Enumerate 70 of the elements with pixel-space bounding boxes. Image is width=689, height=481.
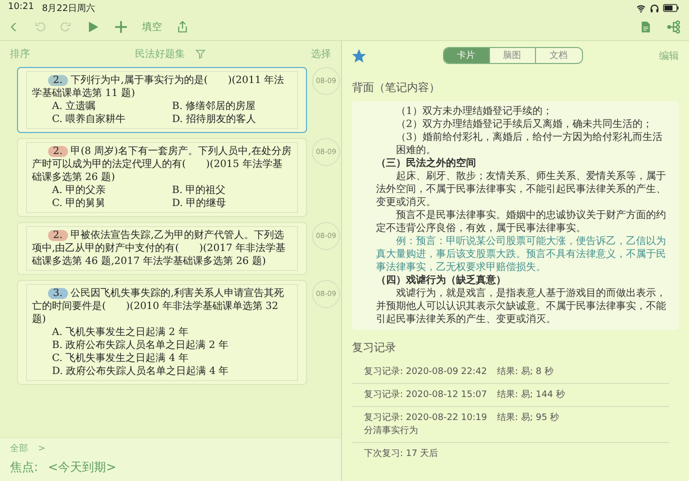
- question-text: 2. 甲被依法宣告失踪,乙为甲的财产代管人。下列选项中,由乙从甲的财产中支付的有( )(2017 年非法学基础课多选第 46 题,2017 年法学基础课多选第 26 题): [32, 229, 287, 268]
- answer-option: C. 甲的舅舅: [52, 197, 172, 210]
- next-review: 下次复习: 17 天后: [364, 448, 440, 460]
- fill-blank-button[interactable]: 填空: [142, 20, 162, 34]
- question-number: 2.: [48, 75, 68, 86]
- add-icon: [114, 19, 128, 35]
- note-paragraph: （3）婚前给付彩礼，离婚后，给付一方因为给付彩礼而生活困难的。: [395, 131, 664, 157]
- battery-icon: [663, 4, 679, 12]
- question-number: 2.: [48, 230, 68, 241]
- question-text: 3. 公民因飞机失事失踪的,利害关系人申请宣告其死亡的时间要件是( )(2010 年非法学基础课单选第 32 题): [32, 287, 285, 326]
- answer-option: B. 修缮邻居的房屋: [172, 100, 292, 113]
- question-text: 2. 下列行为中,属于事实行为的是( )(2011 年法学基础课单选第 11 题): [32, 74, 286, 100]
- answer-option: A. 飞机失事发生之日起满 2 年: [52, 326, 292, 339]
- focus-value[interactable]: <今天到期>: [48, 459, 116, 476]
- answer-option: C. 飞机失事发生之日起满 4 年: [52, 352, 292, 365]
- review-record: 复习记录: 2020-08-09 22:42: [364, 366, 487, 378]
- status-date: 8月22日周六: [42, 2, 96, 14]
- review-result: 结果: 易; 8 秒: [497, 366, 554, 378]
- wifi-icon: [636, 4, 646, 12]
- section-title: 复习记录: [352, 340, 397, 355]
- note-paragraph: 例：预言：甲听说某公司股票可能大涨，便告诉乙，乙信以为真大量购进，事后该支股票大跌。预言不具有法律意义，不属于民事法律事实，乙无权要求甲赔偿损失。: [376, 235, 667, 274]
- note-paragraph: 预言不是民事法律事实。婚姻中的忠诚协议关于财产方面的约定不违背公序良俗，有效，属于民事法律事实。: [376, 209, 667, 235]
- note-paragraph: 起床、刷牙、散步；友情关系、师生关系、爱情关系等，属于法外空间，不属于民事法律事实，不能引起民事法律关系的产生、变更或消灭。: [376, 170, 667, 209]
- answer-option: B. 政府公布失踪人员名单之日起满 2 年: [52, 339, 292, 352]
- document-icon: [639, 19, 652, 35]
- question-number: 2.: [48, 146, 68, 157]
- answer-option: D. 甲的继母: [172, 197, 292, 210]
- review-record: 复习记录: 2020-08-12 15:07: [364, 388, 487, 401]
- view-tab[interactable]: 卡片: [444, 48, 490, 63]
- deck-title[interactable]: 民法好题集: [135, 47, 185, 61]
- play-icon: [86, 19, 100, 35]
- view-tab[interactable]: 文档: [536, 48, 582, 63]
- question-card[interactable]: 2. 下列行为中,属于事实行为的是( )(2011 年法学基础课单选第 11 题) A. 立遗嘱 B. 修缮邻居的房屋 C. 喂养自家耕牛 D. 招待朋友的客人: [17, 67, 307, 133]
- note-heading: （三）民法之外的空间: [376, 157, 477, 170]
- answer-option: A. 甲的父亲: [52, 184, 172, 197]
- status-time: 10:21: [8, 2, 34, 14]
- headphones-icon: [650, 4, 659, 12]
- review-record: 复习记录: 2020-08-22 10:19: [364, 412, 487, 424]
- mind-map-button[interactable]: [666, 19, 681, 35]
- section-title: 背面（笔记内容）: [352, 80, 441, 95]
- answer-option: B. 甲的祖父: [172, 184, 292, 197]
- note-paragraph: （1）双方未办理结婚登记手续的；: [395, 105, 554, 118]
- add-button[interactable]: [114, 19, 128, 35]
- sort-button[interactable]: 排序: [10, 47, 30, 61]
- select-button[interactable]: 选择: [311, 47, 331, 61]
- share-button[interactable]: [176, 19, 189, 35]
- question-card[interactable]: 2. 甲被依法宣告失踪,乙为甲的财产代管人。下列选项中,由乙从甲的财产中支付的有( )(2017 年非法学基础课多选第 46 题,2017 年法学基础课多选第 26 题): [17, 222, 307, 275]
- answer-option: D. 政府公布失踪人员名单之日起满 4 年: [52, 365, 292, 378]
- review-note: 分清事实行为: [364, 424, 419, 437]
- focus-label: 焦点:: [10, 459, 38, 476]
- note-paragraph: （2）双方办理结婚登记手续后又离婚，确未共同生活的；: [395, 118, 654, 131]
- share-icon: [176, 19, 189, 35]
- question-number: 3.: [48, 288, 68, 299]
- question-text: 2. 甲(8 周岁)名下有一套房产。下列人员中,在处分房产时可以成为甲的法定代理人的有( )(2015 年法学基础课多选第 26 题): [32, 145, 292, 184]
- scope-chevron: >: [38, 444, 46, 454]
- answer-option: A. 立遗嘱: [52, 100, 172, 113]
- mind-map-icon: [666, 19, 681, 35]
- answer-option: D. 招待朋友的客人: [172, 113, 292, 126]
- play-button[interactable]: [86, 19, 100, 35]
- edit-button[interactable]: 编辑: [659, 48, 679, 62]
- view-tab[interactable]: 脑图: [490, 48, 536, 63]
- note-heading: （四）戏谑行为（缺乏真意）: [376, 274, 507, 287]
- review-result: 结果: 易; 95 秒: [497, 412, 560, 424]
- document-button[interactable]: [639, 19, 652, 35]
- scope-label[interactable]: 全部: [10, 442, 28, 455]
- answer-option: C. 喂养自家耕牛: [52, 113, 172, 126]
- question-card[interactable]: 2. 甲(8 周岁)名下有一套房产。下列人员中,在处分房产时可以成为甲的法定代理人的有( )(2015 年法学基础课多选第 26 题) A. 甲的父亲 B. 甲的祖父 C. 甲的舅舅 D. 甲的继母: [17, 138, 307, 217]
- review-result: 结果: 易; 144 秒: [497, 388, 565, 401]
- question-card[interactable]: 3. 公民因飞机失事失踪的,利害关系人申请宣告其死亡的时间要件是( )(2010 年非法学基础课单选第 32 题) A. 飞机失事发生之日起满 2 年 B. 政府公布失踪人员名单之日起满 2 年 C. 飞机失事发生之日起满 4 年 D. 政府公布失踪人员名单之日起满 4 年: [17, 280, 307, 385]
- note-paragraph: 戏谑行为，就是戏言，是指表意人基于游戏目的而做出表示，并预期他人可以认识其表示欠缺诚意。不属于民事法律事实，不能引起民事法律关系的产生、变更或消灭。: [376, 287, 667, 326]
